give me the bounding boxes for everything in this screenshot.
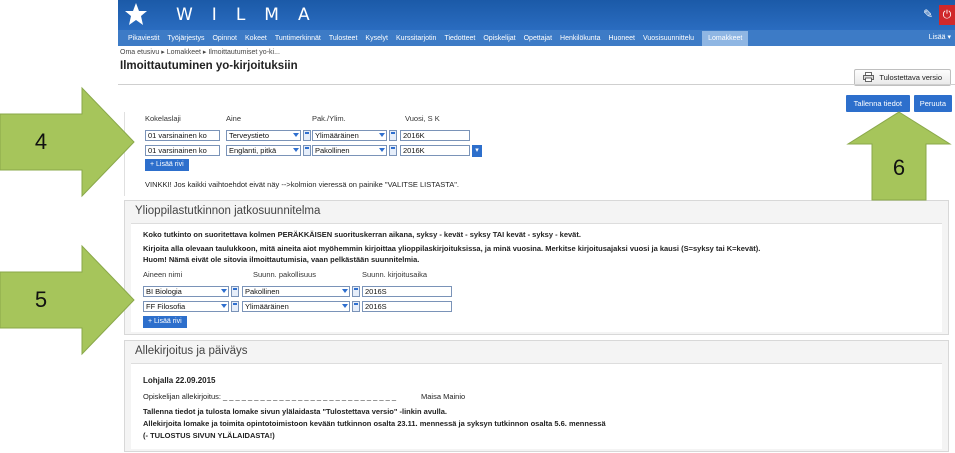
exams-section: Kokelaslaji Aine Pak./Ylim. Vuosi, S K 0… [124,112,949,196]
chevron-down-icon [379,133,385,137]
nav-kokeet[interactable]: Kokeet [245,35,267,42]
plan-pakollisuus-select[interactable]: Pakollinen [242,286,350,297]
nav-lomakkeet[interactable]: Lomakkeet [702,30,749,46]
sign-text-2: Allekirjoita lomake ja toimita opintotoi… [143,419,606,428]
list-picker-button[interactable] [231,301,239,312]
kokelaslaji-select[interactable]: 01 varsinainen ko [145,145,220,156]
wilma-page: WILMA ✎ ⏻ Pikaviestit Työjärjestys Opinn… [118,0,955,453]
annotation-4: 4 [34,129,48,154]
list-picker-button[interactable] [303,130,311,141]
sign-text-3: (- TULOSTUS SIVUN YLÄLAIDASTA!) [143,431,275,440]
vuosi-input[interactable]: 2016K [400,130,470,141]
nav-henkilokunta[interactable]: Henkilökunta [560,35,600,42]
col-vuosi: Vuosi, S K [405,114,440,123]
col-kokelaslaji: Kokelaslaji [145,114,181,123]
plan-title: Ylioppilastutkinnon jatkosuunnitelma [135,205,321,217]
nav-pikaviestit[interactable]: Pikaviestit [128,35,160,42]
col-suunn-pakollisuus: Suunn. pakollisuus [253,270,316,279]
nav-opettajat[interactable]: Opettajat [524,35,552,42]
plan-section: Ylioppilastutkinnon jatkosuunnitelma Kok… [124,200,949,335]
hint-text: VINKKI! Jos kaikki vaihtoehdot eivät näy… [145,180,460,189]
list-picker-button[interactable] [389,130,397,141]
page-title: Ilmoittautuminen yo-kirjoituksiin [120,60,298,72]
pakollisuus-select[interactable]: Ylimääräinen [312,130,387,141]
nav-tyojarjestys[interactable]: Työjärjestys [168,35,205,42]
plan-aine-select[interactable]: BI Biologia [143,286,229,297]
pakollisuus-select[interactable]: Pakollinen [312,145,387,156]
col-aineen-nimi: Aineen nimi [143,270,183,279]
plan-aika-input[interactable]: 2016S [362,286,452,297]
dropdown-icon[interactable]: ▾ [472,145,482,157]
title-divider [118,84,955,85]
chevron-down-icon [293,148,299,152]
app-logo-text[interactable]: WILMA [176,5,329,25]
chevron-down-icon [221,304,227,308]
student-name: Maisa Mainio [421,392,466,401]
chevron-down-icon [342,304,348,308]
signature-section: Allekirjoitus ja päiväys Lohjalla 22.09.… [124,340,949,452]
star-logo-icon [125,3,147,25]
annotation-5: 5 [34,287,48,312]
nav-huoneet[interactable]: Huoneet [609,35,635,42]
list-picker-button[interactable] [389,145,397,156]
breadcrumb[interactable]: Oma etusivu ▸ Lomakkeet ▸ Ilmoittautumis… [120,48,280,56]
top-bar: WILMA ✎ ⏻ [118,0,955,30]
nav-tuntimerkinnat[interactable]: Tuntimerkinnät [275,35,321,42]
plan-add-row-button[interactable]: + Lisää rivi [143,316,187,328]
aine-select[interactable]: Englanti, pitkä [226,145,301,156]
col-suunn-kirjoitusaika: Suunn. kirjoitusaika [362,270,428,279]
col-aine: Aine [226,114,242,123]
list-picker-button[interactable] [352,301,360,312]
plan-aine-select[interactable]: FF Filosofia [143,301,229,312]
signature-line: Opiskelijan allekirjoitus: _ _ _ _ _ _ _… [143,392,397,401]
sign-text-1: Tallenna tiedot ja tulosta lomake sivun … [143,407,448,416]
list-picker-button[interactable] [231,286,239,297]
plan-pakollisuus-select[interactable]: Ylimääräinen [242,301,350,312]
list-picker-button[interactable] [352,286,360,297]
chevron-down-icon [293,133,299,137]
col-pak-ylim: Pak./Ylim. [312,114,346,123]
plan-text-3: Huom! Nämä eivät ole sitovia ilmoittautu… [143,255,420,264]
signature-title: Allekirjoitus ja päiväys [135,345,248,357]
nav-vuosisuunnittelu[interactable]: Vuosisuunnittelu [643,35,694,42]
wrench-icon[interactable]: ✎ [920,7,936,23]
nav-tulosteet[interactable]: Tulosteet [329,35,358,42]
place-date: Lohjalla 22.09.2015 [143,376,216,385]
nav-tiedotteet[interactable]: Tiedotteet [444,35,475,42]
screenshot-stage: WILMA ✎ ⏻ Pikaviestit Työjärjestys Opinn… [0,0,955,453]
main-nav: Pikaviestit Työjärjestys Opinnot Kokeet … [118,30,955,46]
add-row-button[interactable]: + Lisää rivi [145,159,189,171]
nav-more-menu[interactable]: Lisää ▾ [929,33,951,41]
nav-kurssitarjotin[interactable]: Kurssitarjotin [396,35,436,42]
aine-select[interactable]: Terveystieto [226,130,301,141]
nav-opiskelijat[interactable]: Opiskelijat [483,35,515,42]
plan-aika-input[interactable]: 2016S [362,301,452,312]
chevron-down-icon [342,289,348,293]
print-version-label: Tulostettava versio [879,73,942,82]
nav-kyselyt[interactable]: Kyselyt [365,35,388,42]
chevron-down-icon [379,148,385,152]
chevron-down-icon [221,289,227,293]
plan-text-1: Koko tutkinto on suoritettava kolmen PER… [143,230,581,239]
vuosi-input[interactable]: 2016K [400,145,470,156]
annotation-6: 6 [892,155,906,180]
power-icon[interactable]: ⏻ [939,5,955,25]
nav-opinnot[interactable]: Opinnot [212,35,237,42]
kokelaslaji-select[interactable]: 01 varsinainen ko [145,130,220,141]
list-picker-button[interactable] [303,145,311,156]
plan-text-2: Kirjoita alla olevaan taulukkoon, mitä a… [143,244,761,253]
plan-body: Koko tutkinto on suoritettava kolmen PER… [131,223,942,332]
signature-body: Lohjalla 22.09.2015 Opiskelijan allekirj… [131,363,942,449]
printer-icon [863,72,875,82]
